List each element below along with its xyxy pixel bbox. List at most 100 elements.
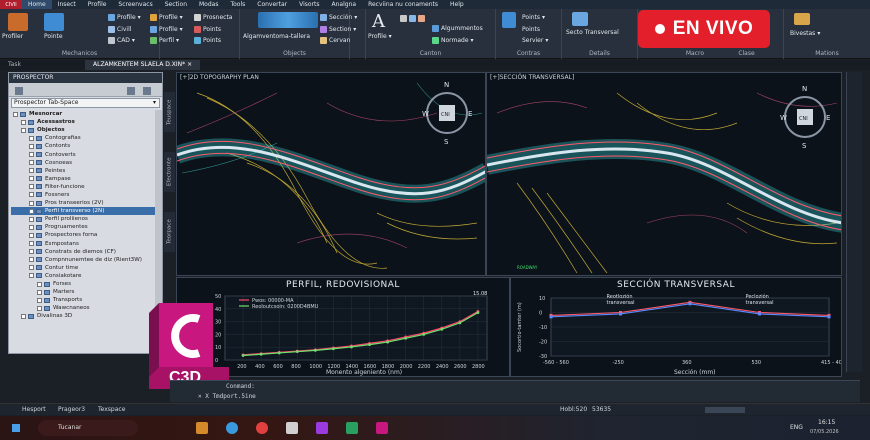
expand-icon[interactable]: [29, 152, 34, 158]
profile-button-2[interactable]: Profile ▾: [150, 14, 183, 21]
expand-icon[interactable]: [37, 305, 42, 311]
cervan-button[interactable]: Cervan: [320, 37, 350, 44]
expand-icon[interactable]: [29, 224, 34, 230]
prosnecta-button[interactable]: Prosnecta: [194, 14, 232, 21]
expand-icon[interactable]: [29, 232, 34, 238]
tree-item[interactable]: Pros transeerios (2V): [11, 199, 160, 207]
tree-item[interactable]: Transports: [11, 296, 160, 304]
points-button-4[interactable]: Points: [522, 26, 540, 33]
expand-icon[interactable]: [21, 119, 26, 125]
status-scale[interactable]: 53635: [592, 406, 611, 413]
profile-button-4[interactable]: Profile ▾: [368, 33, 392, 40]
tree-item[interactable]: Contur time: [11, 264, 160, 272]
side-tab-efectronte[interactable]: Efectronte: [164, 152, 175, 192]
alineamiento-button[interactable]: Algamventoma-tallera: [243, 33, 310, 40]
tree-item[interactable]: Contoverts: [11, 150, 160, 158]
algummentos-button[interactable]: Algummentos: [432, 25, 483, 32]
tree-item[interactable]: Contografias: [11, 134, 160, 142]
expand-icon[interactable]: [29, 257, 34, 263]
tree-item[interactable]: Prospectores forna: [11, 231, 160, 239]
viewport-section[interactable]: [+]SECCIÓN TRANSVERSAL] N S W E CNI ROAD…: [486, 72, 842, 276]
profile-button-3[interactable]: Profile ▾: [150, 26, 183, 33]
seccion-button[interactable]: Sección ▾: [320, 14, 357, 21]
secto-transversal-button[interactable]: Secto Transversal: [566, 29, 619, 36]
explorer-icon[interactable]: [286, 422, 298, 434]
menu-home[interactable]: Home: [22, 0, 52, 9]
tree-item[interactable]: Marters: [11, 288, 160, 296]
tree-item[interactable]: Wawcnaneos: [11, 304, 160, 312]
expand-icon[interactable]: [29, 249, 34, 255]
app-logo-button[interactable]: CIVIl: [0, 0, 22, 9]
layout-tab-2[interactable]: Texspace: [98, 406, 125, 413]
command-line[interactable]: Conmand: × X Tmdport.5ine: [170, 380, 860, 402]
back-icon[interactable]: [15, 87, 23, 95]
expand-icon[interactable]: [29, 176, 34, 182]
viewport-plan[interactable]: [+]2D TOPOGRAPHY PLAN N S W E CNI: [176, 72, 486, 276]
tree-item[interactable]: Perfil transverso (2N): [11, 207, 160, 216]
tab-task[interactable]: Task: [0, 60, 85, 70]
tree-item[interactable]: Consiakotare: [11, 272, 160, 280]
tree-item[interactable]: Acessastros: [11, 118, 160, 126]
points-button-2[interactable]: Points: [194, 37, 221, 44]
expand-icon[interactable]: [29, 192, 34, 198]
civil3d-taskbar-icon[interactable]: [376, 422, 388, 434]
expand-icon[interactable]: [21, 313, 26, 319]
expand-icon[interactable]: [37, 281, 42, 287]
tree-item[interactable]: Perfil proliienos: [11, 215, 160, 223]
expand-icon[interactable]: [29, 168, 34, 174]
menu-insert[interactable]: Insect: [52, 0, 82, 9]
tree-item[interactable]: Esmpostans: [11, 240, 160, 248]
language-indicator[interactable]: ENG: [790, 424, 803, 431]
tree-item[interactable]: Peintes: [11, 167, 160, 175]
tab-drawing[interactable]: ALZAMKENTEM SLAELA D.XIN* ×: [85, 60, 201, 70]
chrome-icon[interactable]: [256, 422, 268, 434]
store-icon[interactable]: [346, 422, 358, 434]
command-input[interactable]: × X Tmdport.5ine: [198, 393, 256, 400]
close-icon[interactable]: ×: [187, 61, 192, 68]
tree-item[interactable]: Fossners: [11, 191, 160, 199]
expand-icon[interactable]: [29, 265, 34, 271]
expand-icon[interactable]: [13, 111, 18, 117]
clock-date[interactable]: 07/05.2026: [810, 429, 839, 435]
cad-button[interactable]: CAD ▾: [108, 37, 135, 44]
tree-item[interactable]: Cosnoeas: [11, 159, 160, 167]
menu-screenvacs[interactable]: Screenvacs: [112, 0, 158, 9]
expand-icon[interactable]: [29, 200, 34, 206]
tree-item[interactable]: Eampase: [11, 175, 160, 183]
expand-icon[interactable]: [29, 160, 34, 166]
menu-modas[interactable]: Modas: [193, 0, 224, 9]
expand-icon[interactable]: [29, 273, 34, 279]
bivestas-button[interactable]: Bivestas ▾: [790, 30, 820, 37]
expand-icon[interactable]: [29, 241, 34, 247]
menu-recviina[interactable]: Recviina nu conaments: [362, 0, 444, 9]
points-button-3[interactable]: Points ▾: [522, 14, 545, 21]
status-tools[interactable]: [705, 407, 745, 413]
pointe-button[interactable]: Pointe: [44, 33, 63, 40]
tree-item[interactable]: Forses: [11, 280, 160, 288]
menu-convertar[interactable]: Convertar: [251, 0, 293, 9]
grid-icon[interactable]: [400, 15, 407, 22]
tree-item[interactable]: Contonts: [11, 142, 160, 150]
taskbar-search[interactable]: [38, 420, 138, 436]
settings-icon[interactable]: [143, 87, 151, 95]
side-tab-teuspace[interactable]: Teuspace: [164, 92, 175, 132]
prospector-selector[interactable]: Prospector Tab-Space ▾: [11, 98, 160, 108]
section-button[interactable]: Section ▾: [320, 26, 356, 33]
profile-button-1[interactable]: Profile ▾: [108, 14, 141, 21]
layer-icon[interactable]: [409, 15, 416, 22]
menu-profile[interactable]: Profile: [82, 0, 113, 9]
servier-button[interactable]: Servier ▾: [522, 37, 548, 44]
expand-icon[interactable]: [29, 143, 34, 149]
expand-icon[interactable]: [29, 208, 34, 214]
clock-time[interactable]: 16:15: [818, 419, 835, 426]
profiler-button[interactable]: Profiler: [2, 33, 23, 40]
tree-item[interactable]: Filter-funcione: [11, 183, 160, 191]
points-button-1[interactable]: Points: [194, 26, 221, 33]
tree-item[interactable]: Objectos: [11, 126, 160, 134]
perfil-button[interactable]: Perfil ▾: [150, 37, 179, 44]
layout-tab-1[interactable]: Prageor3: [58, 406, 85, 413]
browser-icon[interactable]: [226, 422, 238, 434]
app-icon[interactable]: [316, 422, 328, 434]
windows-icon[interactable]: [12, 424, 20, 432]
expand-icon[interactable]: [37, 289, 42, 295]
